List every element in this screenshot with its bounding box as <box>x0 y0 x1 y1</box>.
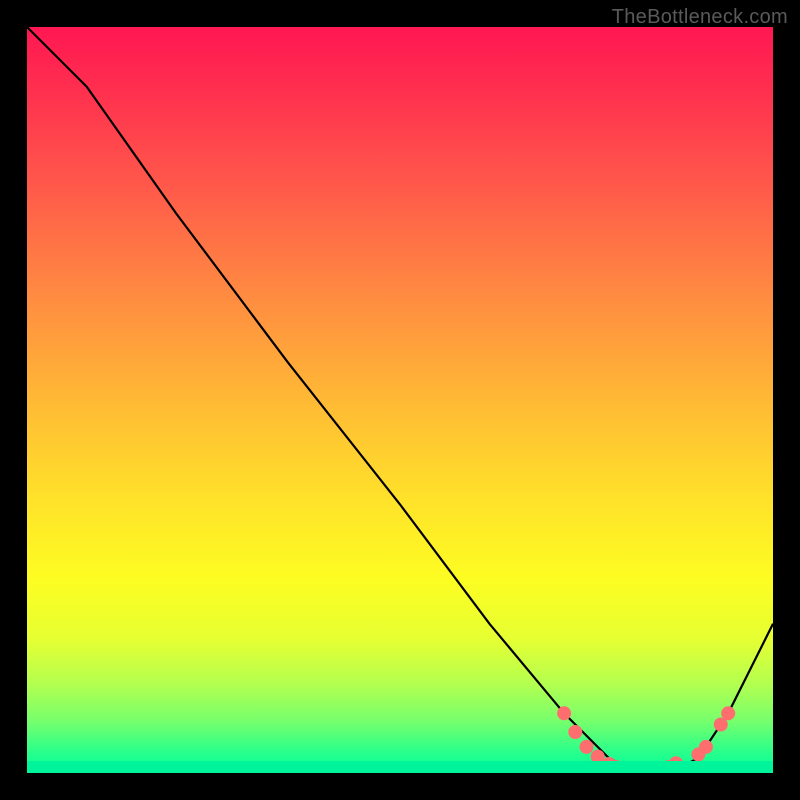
watermark-text: TheBottleneck.com <box>612 6 788 29</box>
chart-plot-area <box>27 27 773 773</box>
chart-baseline-band <box>27 761 773 773</box>
chart-data-point <box>557 706 571 720</box>
chart-data-point <box>568 725 582 739</box>
chart-curve <box>27 27 773 773</box>
chart-data-point <box>580 740 594 754</box>
chart-data-point <box>699 740 713 754</box>
chart-data-point <box>721 706 735 720</box>
